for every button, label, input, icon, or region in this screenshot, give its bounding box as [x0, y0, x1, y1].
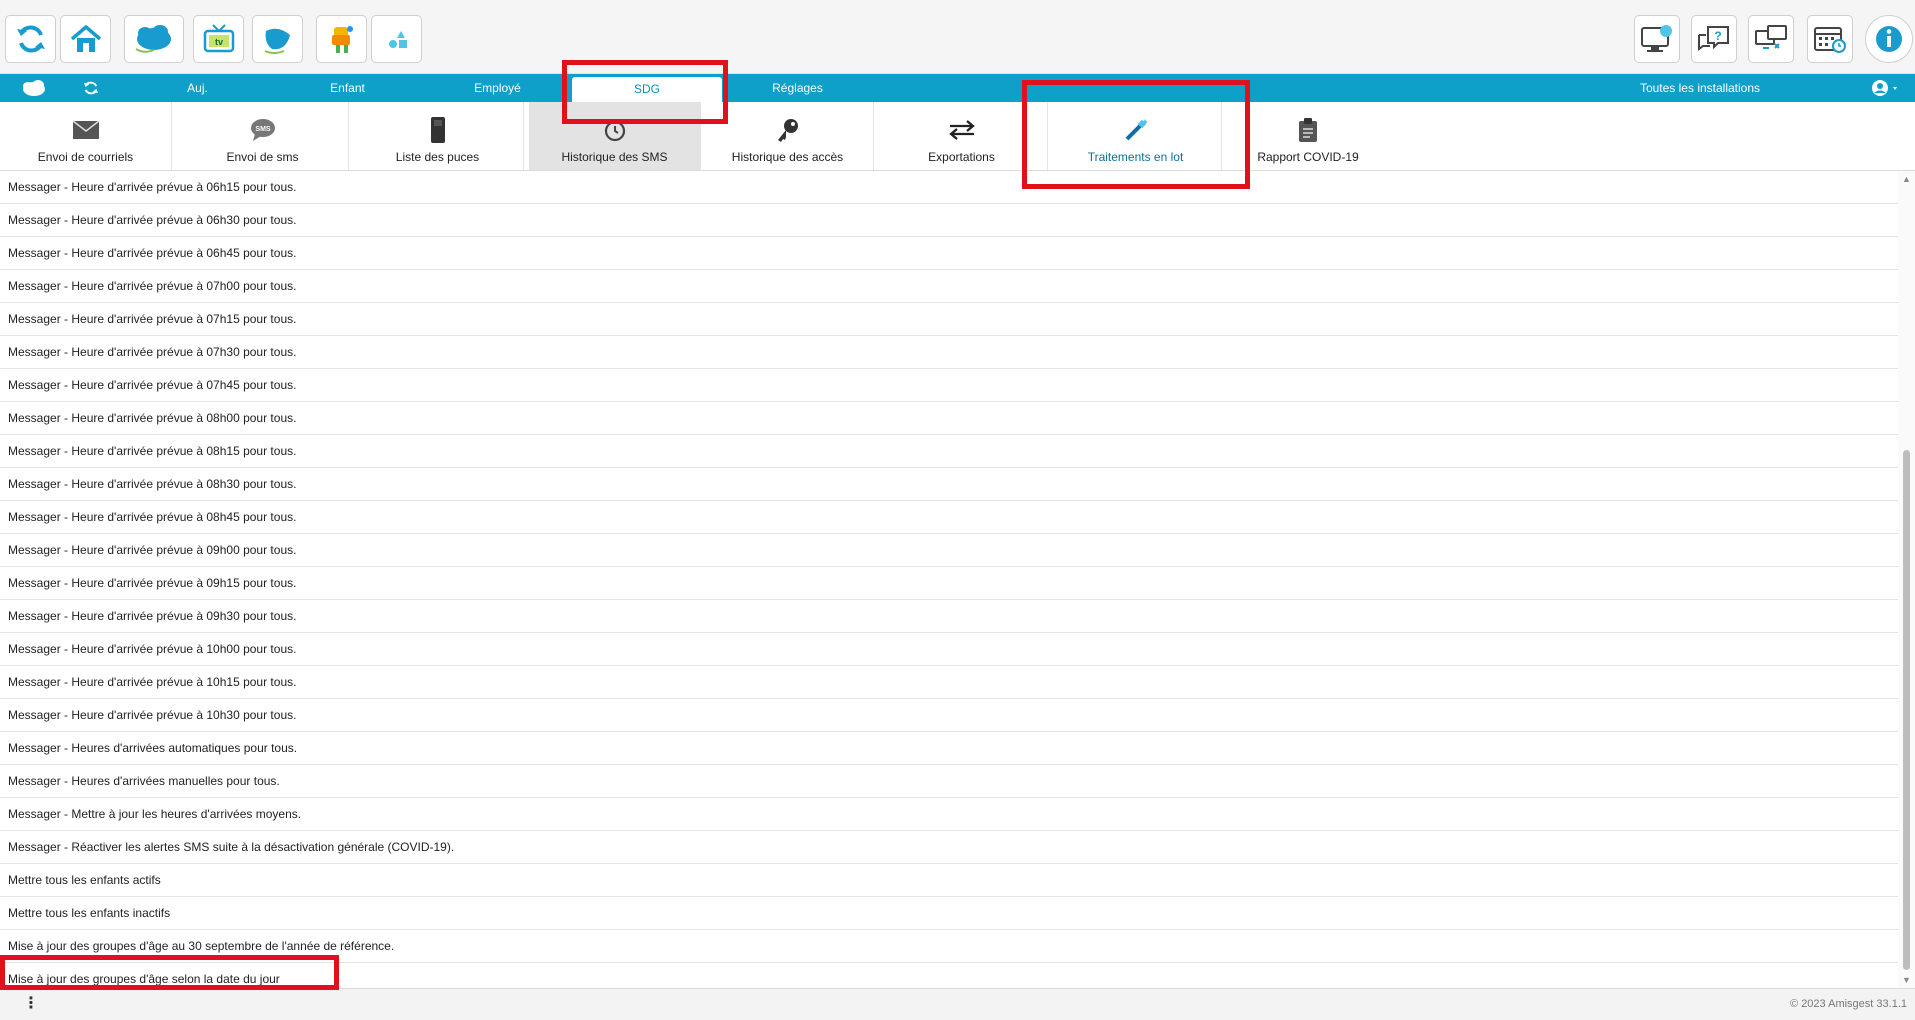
shapes-button[interactable]	[371, 15, 422, 63]
user-menu-button[interactable]	[1868, 78, 1902, 98]
calendar-icon	[1814, 27, 1846, 53]
svg-text:tv: tv	[214, 37, 222, 47]
list-item[interactable]: Messager - Heure d'arrivée prévue à 10h3…	[0, 699, 1898, 732]
list-item[interactable]: Messager - Heures d'arrivées manuelles p…	[0, 765, 1898, 798]
subnav-label: Historique des accès	[731, 150, 844, 164]
monitor-settings-icon	[1641, 25, 1672, 52]
list-item[interactable]: Messager - Heure d'arrivée prévue à 07h3…	[0, 336, 1898, 369]
subnav-envoi-sms[interactable]: SMS Envoi de sms	[177, 102, 349, 170]
app-logo-button[interactable]	[124, 15, 184, 63]
monitor-settings-button[interactable]	[1634, 15, 1680, 63]
list-item[interactable]: Messager - Heure d'arrivée prévue à 07h1…	[0, 303, 1898, 336]
tv-icon: tv	[203, 24, 234, 53]
envelope-icon	[0, 116, 171, 144]
subnav-label: Rapport COVID-19	[1257, 150, 1359, 164]
transfer-icon	[876, 116, 1047, 144]
subnav-label: Liste des puces	[395, 150, 480, 164]
footer: ⋮ © 2023 Amisgest 33.1.1	[0, 988, 1915, 1020]
nav-tab-enfant[interactable]: Enfant	[310, 74, 385, 102]
user-avatar-icon	[1872, 80, 1897, 96]
tv-button[interactable]: tv	[193, 15, 244, 63]
list-item[interactable]: Messager - Heure d'arrivée prévue à 07h0…	[0, 270, 1898, 303]
subnav-label: Envoi de courriels	[37, 150, 134, 164]
list-item[interactable]: Mise à jour des groupes d'âge selon la d…	[0, 963, 1898, 988]
nav-tab-sdg[interactable]: SDG	[572, 77, 722, 102]
list-item[interactable]: Messager - Heure d'arrivée prévue à 06h1…	[0, 171, 1898, 204]
home-icon	[70, 25, 101, 52]
list-item[interactable]: Messager - Heure d'arrivée prévue à 08h0…	[0, 402, 1898, 435]
refresh-button[interactable]	[5, 15, 56, 63]
chip-icon	[352, 116, 523, 144]
list-item[interactable]: Messager - Heure d'arrivée prévue à 08h1…	[0, 435, 1898, 468]
subnav-exportations[interactable]: Exportations	[876, 102, 1048, 170]
kids-icon	[331, 26, 353, 53]
history-icon	[529, 116, 700, 144]
list-item[interactable]: Messager - Heure d'arrivée prévue à 06h3…	[0, 204, 1898, 237]
info-button[interactable]	[1865, 15, 1913, 63]
list-item[interactable]: Messager - Heure d'arrivée prévue à 08h3…	[0, 468, 1898, 501]
subnav-historique-sms[interactable]: Historique des SMS	[529, 102, 701, 170]
list-item[interactable]: Messager - Heure d'arrivée prévue à 10h1…	[0, 666, 1898, 699]
list-item[interactable]: Mettre tous les enfants actifs	[0, 864, 1898, 897]
calendar-button[interactable]	[1807, 15, 1853, 63]
list-item[interactable]: Messager - Réactiver les alertes SMS sui…	[0, 831, 1898, 864]
remote-desktop-icon	[1755, 25, 1787, 49]
subnav-label: Exportations	[928, 150, 995, 164]
list-item[interactable]: Messager - Heure d'arrivée prévue à 06h4…	[0, 237, 1898, 270]
footer-menu-button[interactable]: ⋮	[23, 993, 39, 1013]
cloud-bird-icon	[264, 28, 290, 54]
list-item[interactable]: Messager - Heure d'arrivée prévue à 07h4…	[0, 369, 1898, 402]
subnav-label: Envoi de sms	[226, 150, 299, 164]
home-button[interactable]	[60, 15, 111, 63]
subnav-traitements-lot[interactable]: Traitements en lot	[1050, 102, 1222, 170]
list-item[interactable]: Messager - Heure d'arrivée prévue à 10h0…	[0, 633, 1898, 666]
scrollbar-thumb[interactable]	[1903, 450, 1910, 970]
nav-tab-auj[interactable]: Auj.	[165, 74, 230, 102]
nav-refresh-icon[interactable]	[78, 78, 104, 98]
clipboard-icon	[1222, 116, 1394, 144]
list-item[interactable]: Messager - Heure d'arrivée prévue à 09h3…	[0, 600, 1898, 633]
main-nav: Auj. Enfant Employé SDG Réglages Toutes …	[0, 74, 1915, 102]
remote-desktop-button[interactable]	[1748, 15, 1794, 63]
cloud-home-icon[interactable]	[19, 78, 49, 98]
list-item[interactable]: Messager - Heures d'arrivées automatique…	[0, 732, 1898, 765]
scroll-up-icon[interactable]: ▲	[1901, 174, 1912, 184]
sdg-subnav: Envoi de courriels SMS Envoi de sms List…	[0, 102, 1915, 171]
list-item[interactable]: Mise à jour des groupes d'âge au 30 sept…	[0, 930, 1898, 963]
list-item[interactable]: Messager - Heure d'arrivée prévue à 09h1…	[0, 567, 1898, 600]
bird-logo-button[interactable]	[252, 15, 303, 63]
svg-text:?: ?	[1714, 29, 1721, 43]
kids-button[interactable]	[316, 15, 367, 63]
batch-operations-list: Messager - Heure d'arrivée prévue à 06h1…	[0, 171, 1898, 988]
cloud-logo-icon	[135, 25, 171, 53]
copyright-text: © 2023 Amisgest 33.1.1	[1790, 998, 1907, 1010]
list-item[interactable]: Messager - Heure d'arrivée prévue à 08h4…	[0, 501, 1898, 534]
sms-icon: SMS	[177, 116, 348, 144]
subnav-envoi-courriels[interactable]: Envoi de courriels	[0, 102, 172, 170]
subnav-label: Historique des SMS	[561, 150, 668, 164]
list-item[interactable]: Messager - Mettre à jour les heures d'ar…	[0, 798, 1898, 831]
scroll-down-icon[interactable]: ▼	[1901, 975, 1912, 985]
info-icon	[1876, 26, 1902, 52]
subnav-label: Traitements en lot	[1087, 150, 1184, 164]
svg-text:SMS: SMS	[255, 126, 271, 133]
nav-tab-reglages[interactable]: Réglages	[750, 74, 845, 102]
subnav-liste-puces[interactable]: Liste des puces	[352, 102, 524, 170]
shapes-icon	[388, 31, 407, 48]
installations-selector[interactable]: Toutes les installations	[1620, 74, 1780, 102]
subnav-historique-acces[interactable]: Historique des accès	[702, 102, 874, 170]
list-item[interactable]: Messager - Heure d'arrivée prévue à 09h0…	[0, 534, 1898, 567]
list-item[interactable]: Mettre tous les enfants inactifs	[0, 897, 1898, 930]
refresh-icon	[16, 25, 45, 53]
key-icon	[702, 116, 873, 144]
subnav-rapport-covid[interactable]: Rapport COVID-19	[1222, 102, 1394, 170]
help-chat-button[interactable]: ?	[1691, 15, 1737, 63]
top-toolbar: tv ?	[0, 0, 1915, 74]
help-chat-icon: ?	[1698, 26, 1729, 51]
magic-wand-icon	[1050, 116, 1221, 144]
nav-tab-employe[interactable]: Employé	[455, 74, 540, 102]
